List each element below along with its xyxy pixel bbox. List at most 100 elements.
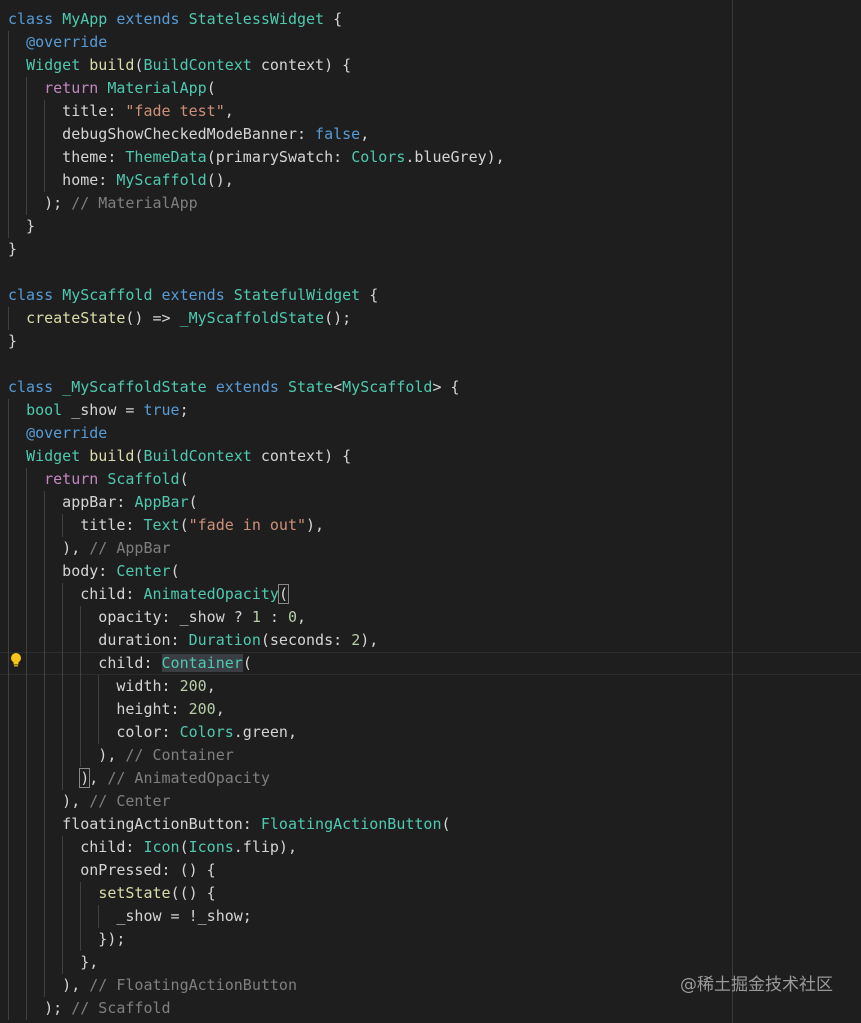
code-token: } — [8, 332, 18, 350]
code-token: } — [8, 240, 18, 258]
code-token: ); — [8, 999, 72, 1017]
code-token: color: — [8, 723, 180, 741]
code-token: // Center — [89, 792, 171, 810]
code-token: : — [260, 608, 288, 626]
indent-guide — [80, 905, 81, 928]
indent-guide — [44, 744, 45, 767]
code-token: child: — [8, 654, 162, 672]
code-token: StatefulWidget — [233, 286, 361, 304]
indent-guide — [8, 307, 9, 330]
indent-guide — [98, 675, 99, 698]
indent-guide — [8, 951, 9, 974]
indent-guide — [44, 928, 45, 951]
code-token: MaterialApp — [107, 79, 207, 97]
code-token: Colors — [179, 723, 234, 741]
code-token: child: — [8, 585, 144, 603]
indent-guide — [26, 606, 27, 629]
code-token: child: — [8, 838, 144, 856]
indent-guide — [44, 882, 45, 905]
indent-guide — [44, 905, 45, 928]
lightbulb-icon[interactable] — [10, 652, 22, 668]
indent-guide — [26, 859, 27, 882]
code-token: 1 — [251, 608, 261, 626]
indent-guide — [44, 767, 45, 790]
code-token: ), — [306, 516, 325, 534]
code-token: 200 — [188, 700, 216, 718]
code-token: body: — [8, 562, 117, 580]
code-token: { — [324, 10, 343, 28]
code-token: , — [215, 700, 225, 718]
indent-guide — [26, 100, 27, 123]
indent-guide — [98, 721, 99, 744]
indent-guide — [8, 813, 9, 836]
indent-guide — [80, 882, 81, 905]
indent-guide — [26, 583, 27, 606]
code-token: _MyScaffoldState — [179, 309, 325, 327]
indent-guide — [80, 721, 81, 744]
code-token: , — [89, 769, 108, 787]
code-token: @override — [26, 424, 108, 442]
indent-guide — [80, 652, 81, 675]
indent-guide — [44, 169, 45, 192]
code-token: "fade test" — [125, 102, 225, 120]
indent-guide — [8, 974, 9, 997]
indent-guide — [8, 215, 9, 238]
indent-guide — [8, 537, 9, 560]
code-token: MyScaffold — [342, 378, 433, 396]
code-token: , — [224, 102, 234, 120]
indent-guide — [80, 606, 81, 629]
code-token: Widget — [26, 56, 81, 74]
code-token: () => — [125, 309, 180, 327]
code-token: ), — [8, 976, 90, 994]
code-token: ), — [8, 792, 90, 810]
indent-guide — [8, 123, 9, 146]
indent-guide — [26, 146, 27, 169]
code-token: Colors — [351, 148, 406, 166]
code-token: .flip), — [233, 838, 297, 856]
indent-guide — [26, 491, 27, 514]
indent-guide — [8, 100, 9, 123]
code-token: ( — [277, 584, 289, 604]
code-token: class — [8, 10, 54, 28]
indent-guide — [44, 721, 45, 744]
code-token: // FloatingActionButton — [89, 976, 297, 994]
indent-guide — [26, 951, 27, 974]
indent-guide — [8, 721, 9, 744]
indent-guide — [80, 744, 81, 767]
indent-guide — [8, 859, 9, 882]
code-token: BuildContext — [143, 56, 252, 74]
indent-guide — [26, 698, 27, 721]
code-token: AppBar — [134, 493, 189, 511]
indent-guide — [8, 491, 9, 514]
code-token: MyScaffold — [116, 171, 207, 189]
code-token: false — [315, 125, 361, 143]
indent-guide — [26, 905, 27, 928]
indent-guide — [26, 192, 27, 215]
code-token: BuildContext — [143, 447, 252, 465]
indent-guide — [26, 974, 27, 997]
code-token: home: — [8, 171, 117, 189]
code-token: , — [206, 677, 216, 695]
indent-guide — [62, 951, 63, 974]
code-token: createState — [26, 309, 126, 327]
indent-guide — [8, 77, 9, 100]
indent-guide — [26, 721, 27, 744]
code-token: build — [89, 447, 135, 465]
indent-guide — [8, 836, 9, 859]
indent-guide — [26, 652, 27, 675]
indent-guide — [44, 123, 45, 146]
indent-guide — [62, 652, 63, 675]
code-token: (seconds: — [260, 631, 352, 649]
indent-guide — [8, 468, 9, 491]
indent-guide — [8, 192, 9, 215]
